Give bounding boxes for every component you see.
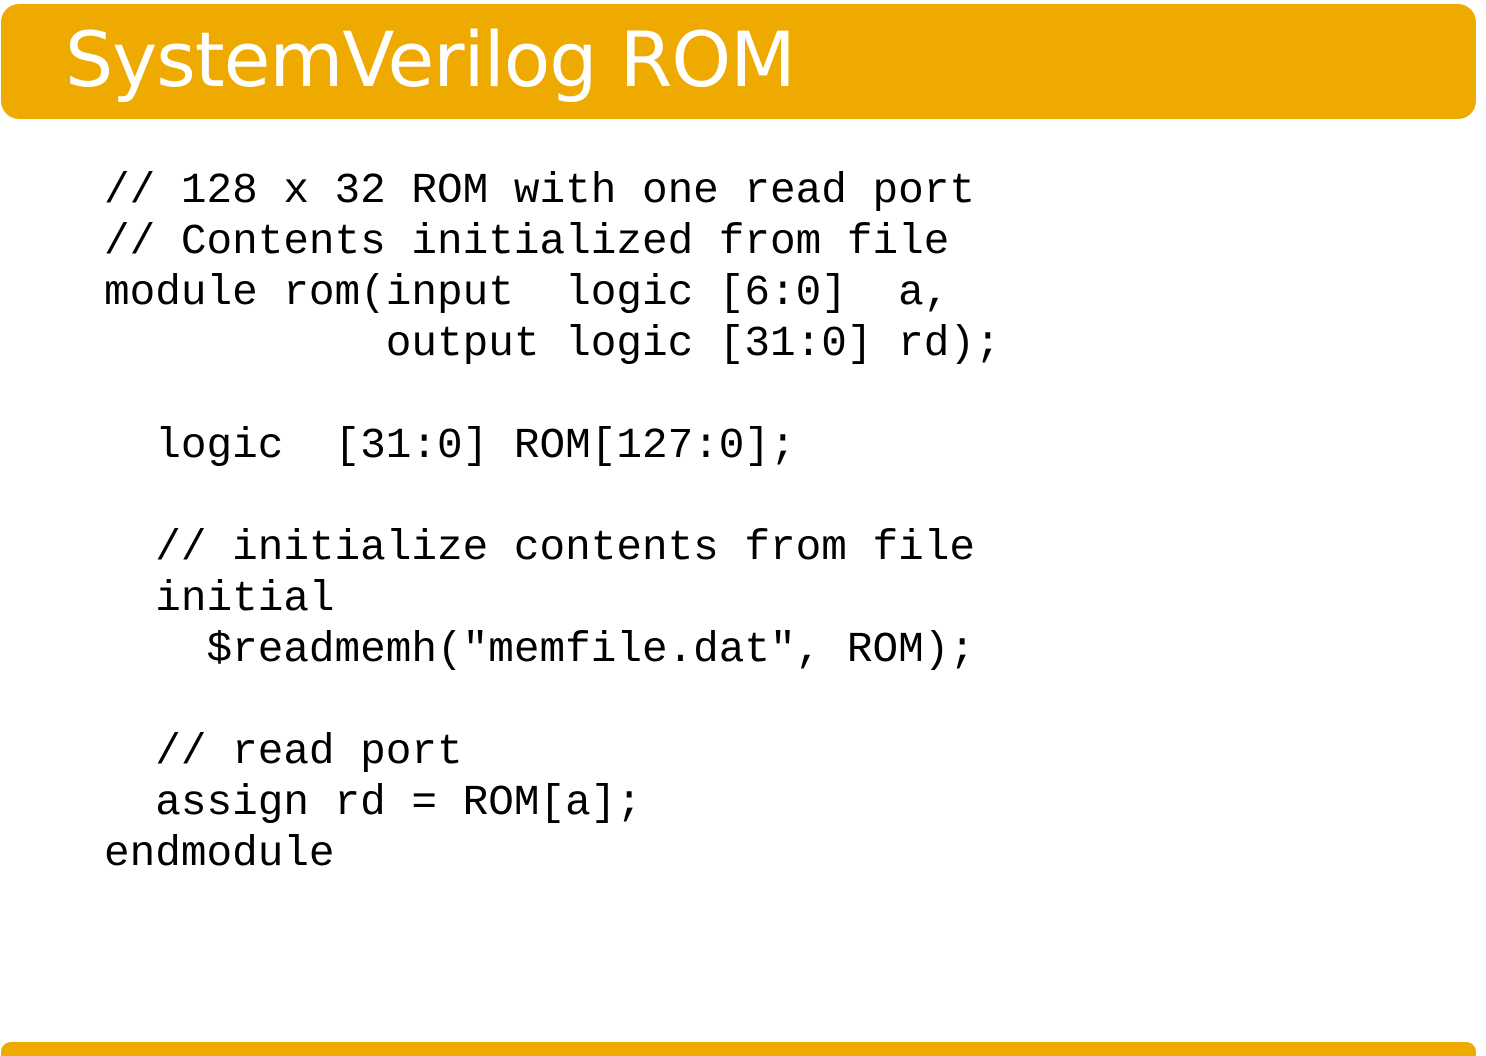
code-line: module rom(input logic [6:0] a, — [104, 268, 950, 317]
slide-title: SystemVerilog ROM — [65, 15, 796, 104]
code-line: output logic [31:0] rd); — [104, 319, 1001, 368]
title-bar: SystemVerilog ROM — [1, 4, 1476, 119]
code-line: assign rd = ROM[a]; — [104, 778, 642, 827]
code-block: // 128 x 32 ROM with one read port// Con… — [104, 165, 1001, 879]
bottom-accent-bar — [1, 1042, 1476, 1056]
code-line: endmodule — [104, 829, 335, 878]
code-line: $readmemh("memfile.dat", ROM); — [104, 625, 975, 674]
code-line: // 128 x 32 ROM with one read port — [104, 166, 975, 215]
code-line: // Contents initialized from file — [104, 217, 950, 266]
code-line: // initialize contents from file — [104, 523, 975, 572]
code-line: initial — [104, 574, 335, 623]
code-line: logic [31:0] ROM[127:0]; — [104, 421, 796, 470]
code-line: // read port — [104, 727, 463, 776]
